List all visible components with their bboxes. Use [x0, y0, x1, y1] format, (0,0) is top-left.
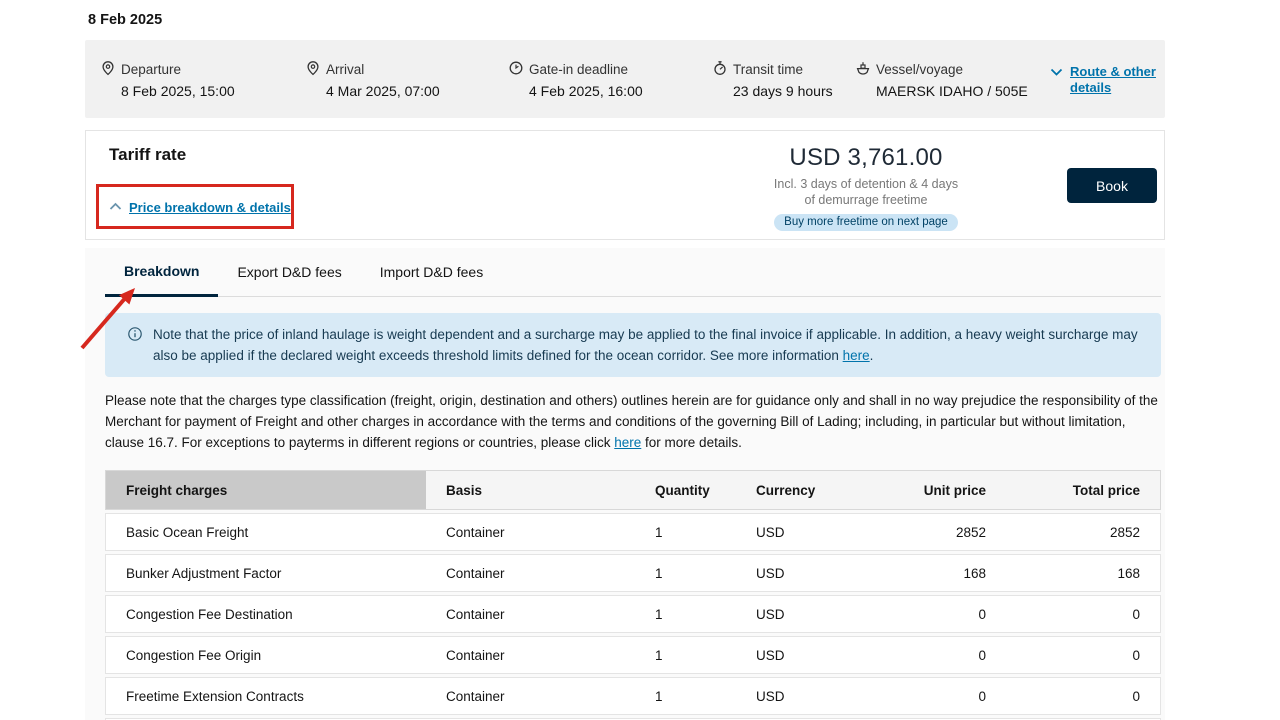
- summary-label: Arrival: [326, 62, 364, 77]
- charge-quantity: 1: [636, 637, 736, 673]
- freetime-badge: Buy more freetime on next page: [774, 214, 958, 231]
- charge-basis: Container: [426, 678, 636, 714]
- tab-export-dnd-fees[interactable]: Export D&D fees: [218, 248, 360, 296]
- header-total-price: Total price: [986, 471, 1160, 509]
- charge-unit-price: 0: [846, 678, 986, 714]
- price-breakdown-label: Price breakdown & details: [129, 200, 291, 215]
- note-text: Note that the price of inland haulage is…: [153, 324, 1141, 377]
- charge-currency: USD: [736, 555, 846, 591]
- summary-label: Departure: [121, 62, 181, 77]
- charge-name: Congestion Fee Destination: [106, 596, 426, 632]
- price-breakdown-toggle[interactable]: Price breakdown & details: [109, 198, 291, 216]
- tab-import-dnd-fees[interactable]: Import D&D fees: [361, 248, 502, 296]
- table-row: Bunker Adjustment Factor Container 1 USD…: [105, 554, 1161, 592]
- charge-quantity: 1: [636, 555, 736, 591]
- route-other-details-link[interactable]: Route & other details: [1050, 64, 1164, 96]
- tariff-price: USD 3,761.00: [746, 144, 986, 172]
- summary-item-vessel-voyage: Vessel/voyage MAERSK IDAHO / 505E: [855, 60, 1028, 99]
- table-row: Congestion Fee Destination Container 1 U…: [105, 595, 1161, 633]
- tariff-price-block: USD 3,761.00 Incl. 3 days of detention &…: [746, 144, 986, 231]
- route-link-label: Route & other details: [1070, 64, 1164, 96]
- charge-basis: Container: [426, 555, 636, 591]
- summary-value: 8 Feb 2025, 15:00: [121, 83, 235, 99]
- charges-disclaimer: Please note that the charges type classi…: [105, 390, 1161, 453]
- summary-item-gate-in-deadline: Gate-in deadline 4 Feb 2025, 16:00: [508, 60, 643, 99]
- charge-total-price: 168: [986, 555, 1160, 591]
- charge-quantity: 1: [636, 596, 736, 632]
- summary-label: Transit time: [733, 62, 803, 77]
- page-date-heading: 8 Feb 2025: [88, 12, 162, 28]
- table-row: Basic Ocean Freight Container 1 USD 2852…: [105, 513, 1161, 551]
- tab-breakdown[interactable]: Breakdown: [105, 248, 218, 297]
- freight-charges-table: Freight charges Basis Quantity Currency …: [105, 470, 1161, 720]
- tariff-rate-title: Tariff rate: [109, 145, 186, 165]
- charge-name: Basic Ocean Freight: [106, 514, 426, 550]
- breakdown-tabs: Breakdown Export D&D fees Import D&D fee…: [105, 248, 1161, 297]
- table-row: Congestion Fee Origin Container 1 USD 0 …: [105, 636, 1161, 674]
- charge-currency: USD: [736, 596, 846, 632]
- summary-value: 23 days 9 hours: [733, 83, 833, 99]
- note-here-link[interactable]: here: [843, 348, 870, 363]
- summary-value: 4 Feb 2025, 16:00: [529, 83, 643, 99]
- charge-basis: Container: [426, 596, 636, 632]
- summary-label: Vessel/voyage: [876, 62, 963, 77]
- location-pin-icon: [100, 60, 116, 79]
- charge-total-price: 0: [986, 678, 1160, 714]
- info-icon: [127, 324, 143, 377]
- header-quantity: Quantity: [636, 471, 736, 509]
- charge-unit-price: 0: [846, 596, 986, 632]
- book-button[interactable]: Book: [1067, 168, 1157, 203]
- vessel-icon: [855, 60, 871, 79]
- charge-unit-price: 0: [846, 637, 986, 673]
- summary-value: MAERSK IDAHO / 505E: [876, 83, 1028, 99]
- haulage-info-note: Note that the price of inland haulage is…: [105, 313, 1161, 377]
- summary-item-arrival: Arrival 4 Mar 2025, 07:00: [305, 60, 440, 99]
- chevron-up-icon: [109, 198, 122, 216]
- header-unit-price: Unit price: [846, 471, 986, 509]
- header-freight-charges: Freight charges: [106, 471, 426, 509]
- clock-icon: [508, 60, 524, 79]
- location-pin-icon: [305, 60, 321, 79]
- price-breakdown-panel: Breakdown Export D&D fees Import D&D fee…: [85, 248, 1165, 720]
- charge-total-price: 0: [986, 637, 1160, 673]
- note-text-body: Note that the price of inland haulage is…: [153, 327, 1138, 363]
- charge-quantity: 1: [636, 678, 736, 714]
- table-row: Freetime Extension Contracts Container 1…: [105, 677, 1161, 715]
- charge-currency: USD: [736, 514, 846, 550]
- charge-name: Congestion Fee Origin: [106, 637, 426, 673]
- charge-total-price: 2852: [986, 514, 1160, 550]
- charge-total-price: 0: [986, 596, 1160, 632]
- charge-basis: Container: [426, 637, 636, 673]
- summary-item-departure: Departure 8 Feb 2025, 15:00: [100, 60, 235, 99]
- summary-label: Gate-in deadline: [529, 62, 628, 77]
- table-header-row: Freight charges Basis Quantity Currency …: [105, 470, 1161, 510]
- tariff-rate-card: Tariff rate Price breakdown & details US…: [85, 130, 1165, 240]
- chevron-down-icon: [1050, 64, 1063, 96]
- summary-item-transit-time: Transit time 23 days 9 hours: [712, 60, 833, 99]
- note-text-suffix: .: [870, 348, 874, 363]
- disclaimer-text-suffix: for more details.: [641, 435, 742, 450]
- charge-currency: USD: [736, 678, 846, 714]
- header-currency: Currency: [736, 471, 846, 509]
- charge-basis: Container: [426, 514, 636, 550]
- charge-name: Bunker Adjustment Factor: [106, 555, 426, 591]
- shipment-summary-bar: Departure 8 Feb 2025, 15:00 Arrival 4 Ma…: [85, 40, 1165, 118]
- disclaimer-here-link[interactable]: here: [614, 435, 641, 450]
- summary-value: 4 Mar 2025, 07:00: [326, 83, 440, 99]
- stopwatch-icon: [712, 60, 728, 79]
- charge-unit-price: 168: [846, 555, 986, 591]
- charge-unit-price: 2852: [846, 514, 986, 550]
- charge-name: Freetime Extension Contracts: [106, 678, 426, 714]
- charge-currency: USD: [736, 637, 846, 673]
- charge-quantity: 1: [636, 514, 736, 550]
- header-basis: Basis: [426, 471, 636, 509]
- freetime-note: Incl. 3 days of detention & 4 days of de…: [768, 176, 964, 208]
